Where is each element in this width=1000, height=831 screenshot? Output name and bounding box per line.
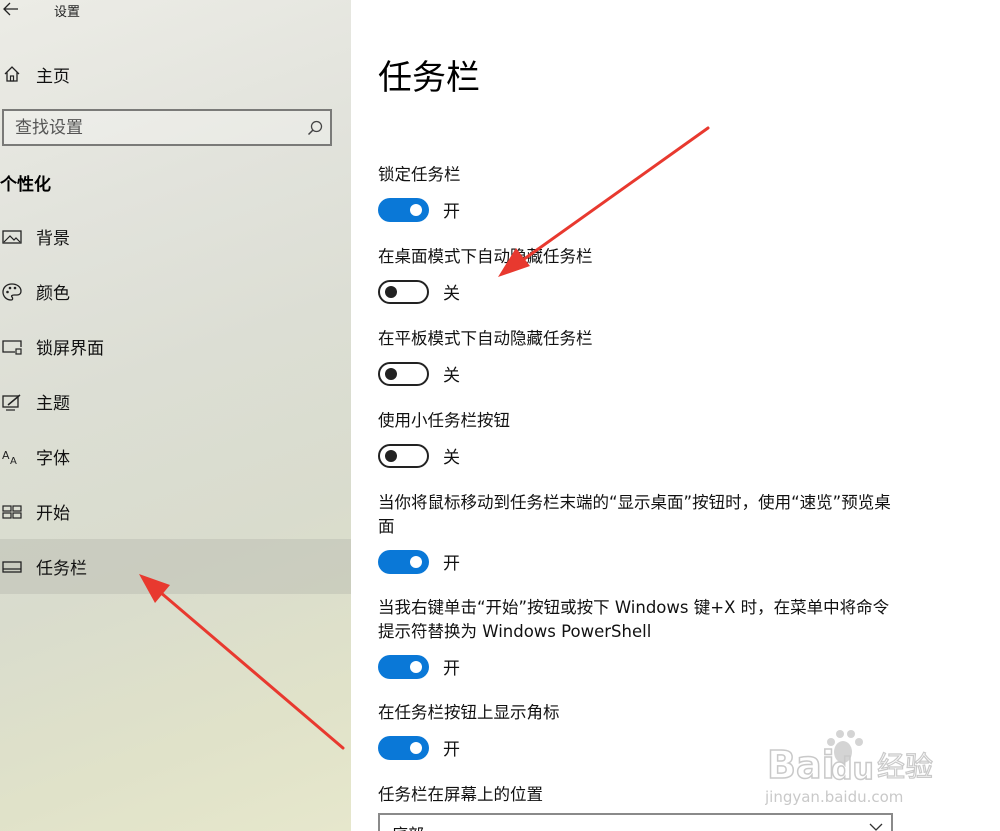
- font-icon: AA: [2, 447, 22, 467]
- setting-small-buttons: 使用小任务栏按钮 关: [378, 409, 898, 468]
- setting-powershell: 当我右键单击“开始”按钮或按下 Windows 键+X 时，在菜单中将命令提示符…: [378, 596, 898, 679]
- sidebar-item-background[interactable]: 背景: [0, 209, 351, 264]
- toggle-knob: [385, 449, 397, 462]
- svg-text:A: A: [10, 456, 17, 465]
- autohide-tablet-toggle[interactable]: [378, 361, 429, 386]
- start-icon: [2, 502, 22, 522]
- toggle-knob: [410, 741, 422, 754]
- back-arrow-icon: [3, 2, 18, 16]
- sidebar-item-label: 任务栏: [36, 559, 87, 579]
- search-input[interactable]: [4, 117, 300, 138]
- sidebar-item-label: 主题: [36, 394, 70, 414]
- setting-lock-taskbar: 锁定任务栏 开: [378, 163, 898, 222]
- back-button[interactable]: [0, 0, 22, 20]
- setting-label: 在平板模式下自动隐藏任务栏: [378, 329, 593, 348]
- dropdown-value: 底部: [392, 821, 424, 831]
- sidebar-item-lock-screen[interactable]: 锁屏界面: [0, 319, 351, 374]
- page-title: 任务栏: [378, 58, 480, 98]
- theme-icon: [2, 392, 22, 412]
- search-icon[interactable]: [300, 113, 330, 143]
- section-title: 个性化: [0, 175, 51, 195]
- toggle-state: 开: [443, 554, 460, 574]
- small-buttons-toggle[interactable]: [378, 443, 429, 468]
- toggle-knob: [385, 285, 397, 298]
- sidebar-nav: 背景 颜色 锁屏界面 主题 AA 字体 开始 任务栏: [0, 209, 351, 594]
- autohide-desktop-toggle[interactable]: [378, 279, 429, 304]
- svg-text:A: A: [2, 449, 10, 462]
- watermark-brand: Bai: [767, 743, 835, 787]
- setting-label: 使用小任务栏按钮: [378, 411, 510, 430]
- setting-peek: 当你将鼠标移动到任务栏末端的“显示桌面”按钮时，使用“速览”预览桌面 开: [378, 491, 898, 574]
- lock-taskbar-toggle[interactable]: [378, 197, 429, 222]
- sidebar: 设置 主页 个性化 背景 颜色 锁屏界面: [0, 0, 351, 831]
- badges-toggle[interactable]: [378, 735, 429, 760]
- toggle-knob: [410, 555, 422, 568]
- watermark-brand-2: du: [831, 752, 874, 787]
- title-bar: 设置: [0, 0, 351, 22]
- position-dropdown[interactable]: 底部: [378, 813, 893, 831]
- sidebar-item-fonts[interactable]: AA 字体: [0, 429, 351, 484]
- toggle-state: 关: [443, 448, 460, 468]
- toggle-knob: [410, 203, 422, 216]
- peek-toggle[interactable]: [378, 549, 429, 574]
- sidebar-item-label: 颜色: [36, 284, 70, 304]
- sidebar-item-label: 背景: [36, 229, 70, 249]
- sidebar-item-colors[interactable]: 颜色: [0, 264, 351, 319]
- sidebar-item-themes[interactable]: 主题: [0, 374, 351, 429]
- toggle-state: 开: [443, 659, 460, 679]
- lock-screen-icon: [2, 337, 22, 357]
- taskbar-icon: [2, 557, 22, 577]
- window-title: 设置: [54, 5, 81, 20]
- sidebar-item-start[interactable]: 开始: [0, 484, 351, 539]
- baidu-watermark: Bai du 经验 jingyan.baidu.com: [764, 722, 945, 812]
- toggle-state: 关: [443, 366, 460, 386]
- setting-label: 在桌面模式下自动隐藏任务栏: [378, 247, 593, 266]
- toggle-state: 开: [443, 202, 460, 222]
- baidu-logo-icon: Bai du 经验 jingyan.baidu.com: [764, 730, 934, 806]
- home-icon: [2, 64, 22, 84]
- chevron-down-icon: [869, 823, 883, 831]
- palette-icon: [2, 282, 22, 302]
- setting-label: 当你将鼠标移动到任务栏末端的“显示桌面”按钮时，使用“速览”预览桌面: [378, 493, 891, 536]
- setting-autohide-tablet: 在平板模式下自动隐藏任务栏 关: [378, 327, 898, 386]
- watermark-url: jingyan.baidu.com: [765, 788, 903, 806]
- setting-label: 当我右键单击“开始”按钮或按下 Windows 键+X 时，在菜单中将命令提示符…: [378, 598, 890, 641]
- sidebar-item-label: 锁屏界面: [36, 339, 104, 359]
- sidebar-item-label: 开始: [36, 504, 70, 524]
- toggle-knob: [410, 660, 422, 673]
- setting-autohide-desktop: 在桌面模式下自动隐藏任务栏 关: [378, 245, 898, 304]
- sidebar-item-label: 主页: [36, 66, 70, 87]
- watermark-cn: 经验: [877, 750, 933, 783]
- toggle-knob: [385, 367, 397, 380]
- toggle-state: 关: [443, 284, 460, 304]
- sidebar-item-taskbar[interactable]: 任务栏: [0, 539, 351, 594]
- sidebar-item-label: 字体: [36, 449, 70, 469]
- toggle-state: 开: [443, 740, 460, 760]
- powershell-toggle[interactable]: [378, 654, 429, 679]
- main-content: 任务栏 锁定任务栏 开 在桌面模式下自动隐藏任务栏 关 在平板模式下自动隐藏任务…: [351, 0, 1000, 831]
- sidebar-item-home[interactable]: 主页: [0, 56, 351, 92]
- picture-icon: [2, 227, 22, 247]
- search-box[interactable]: [2, 109, 332, 146]
- setting-label: 锁定任务栏: [378, 165, 461, 184]
